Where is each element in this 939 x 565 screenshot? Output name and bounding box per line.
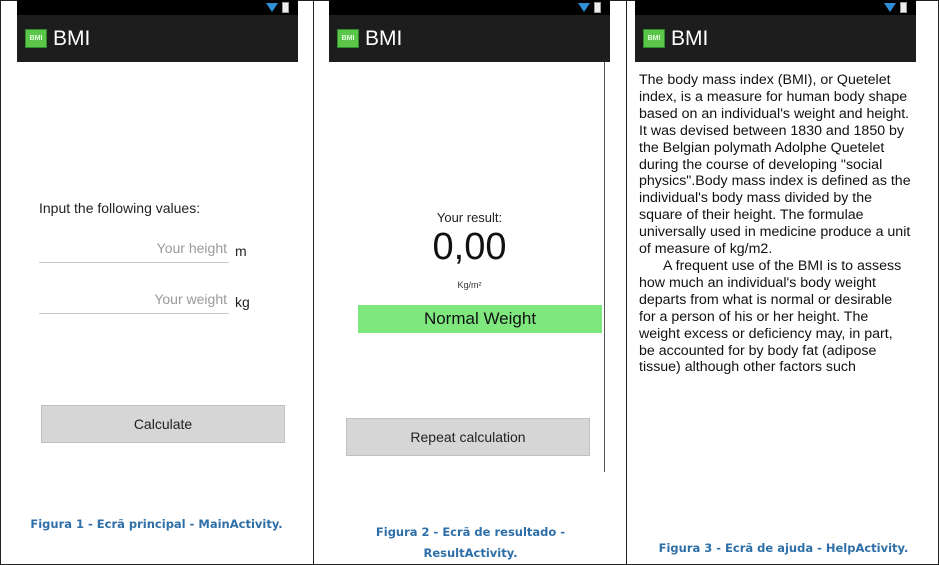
help-text: The body mass index (BMI), or Quetelet i… [639, 72, 911, 376]
calculate-button[interactable]: Calculate [41, 405, 285, 443]
app-title: BMI [671, 26, 709, 50]
status-bar [17, 0, 298, 15]
signal-icon [578, 3, 590, 12]
help-activity-screen: BMI BMI The body mass index (BMI), or Qu… [635, 0, 916, 502]
result-value: 0,00 [432, 226, 507, 268]
bmi-logo-icon: BMI [643, 29, 665, 48]
height-field [39, 240, 229, 263]
status-bar [635, 0, 916, 15]
figure-2-caption-line-2: ResultActivity. [423, 546, 518, 560]
battery-icon [900, 2, 907, 13]
figure-3-column: BMI BMI The body mass index (BMI), or Qu… [626, 0, 939, 565]
input-prompt: Input the following values: [39, 200, 201, 216]
main-content: Input the following values: m kg Calcula… [17, 62, 298, 482]
weight-unit: kg [235, 294, 250, 310]
figure-2-caption-line-1: Figura 2 - Ecrã de resultado - [375, 525, 566, 539]
height-unit: m [235, 243, 247, 259]
action-bar: BMI BMI [17, 15, 298, 62]
bmi-logo-icon: BMI [25, 29, 47, 48]
height-input[interactable] [39, 240, 229, 256]
figure-2-column: BMI BMI Your result: 0,00 Kg/m² Normal W… [313, 0, 627, 565]
repeat-calculation-button[interactable]: Repeat calculation [346, 418, 590, 456]
app-title: BMI [365, 26, 403, 50]
battery-icon [282, 2, 289, 13]
action-bar: BMI BMI [635, 15, 916, 62]
result-unit: Kg/m² [457, 280, 482, 290]
weight-status-badge: Normal Weight [358, 305, 602, 333]
weight-input[interactable] [39, 291, 229, 307]
weight-field [39, 291, 229, 314]
figure-1-column: BMI BMI Input the following values: m kg… [0, 0, 313, 565]
signal-icon [266, 3, 278, 12]
signal-icon [884, 3, 896, 12]
result-activity-screen: BMI BMI Your result: 0,00 Kg/m² Normal W… [329, 0, 610, 482]
result-content: Your result: 0,00 Kg/m² Normal Weight Re… [329, 62, 610, 482]
battery-icon [594, 2, 601, 13]
figure-3-caption: Figura 3 - Ecrã de ajuda - HelpActivity. [658, 541, 909, 555]
result-label: Your result: [436, 210, 503, 225]
help-paragraph-2: A frequent use of the BMI is to assess h… [639, 257, 902, 376]
status-bar [329, 0, 610, 15]
bmi-logo-icon: BMI [337, 29, 359, 48]
action-bar: BMI BMI [329, 15, 610, 62]
help-content: The body mass index (BMI), or Quetelet i… [635, 62, 916, 502]
figure-1-caption: Figura 1 - Ecrã principal - MainActivity… [30, 517, 283, 531]
app-title: BMI [53, 26, 91, 50]
scrollbar-divider [604, 62, 605, 472]
help-paragraph-1: The body mass index (BMI), or Quetelet i… [639, 72, 911, 258]
main-activity-screen: BMI BMI Input the following values: m kg… [17, 0, 298, 482]
